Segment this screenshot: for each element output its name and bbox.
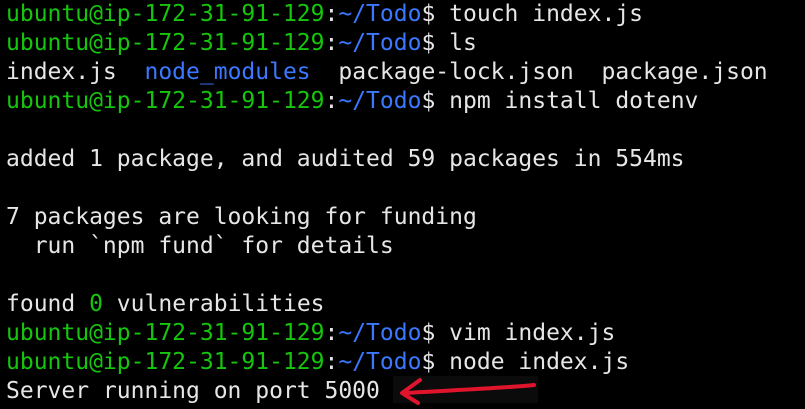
prompt-path: ~/Todo [338,1,422,27]
found-prefix: found [6,291,90,317]
prompt-colon: : [324,88,339,114]
command-text: touch index.js [449,1,644,27]
prompt-symbol: $ [421,30,450,56]
ls-separator [311,59,339,85]
output-line: 7 packages are looking for funding [6,204,477,230]
command-text: npm install dotenv [449,88,699,114]
output-line: found 0 vulnerabilities [6,290,801,319]
prompt-symbol: $ [421,1,450,27]
ls-file: index.js [6,59,117,85]
output-line: run `npm fund` for details [6,233,394,259]
prompt-user-host: ubuntu@ip-172-31-91-129 [6,320,325,346]
prompt-colon: : [324,349,339,375]
terminal-line: ubuntu@ip-172-31-91-129:~/Todo$ ls [6,29,801,58]
prompt-path: ~/Todo [338,30,422,56]
prompt-path: ~/Todo [338,88,422,114]
prompt-colon: : [324,320,339,346]
ls-output-line: index.js node_modules package-lock.json … [6,58,801,87]
ls-file: package-lock.json [338,59,574,85]
ls-file: package.json [601,59,768,85]
prompt-user-host: ubuntu@ip-172-31-91-129 [6,349,325,375]
prompt-colon: : [324,30,339,56]
prompt-colon: : [324,1,339,27]
command-text: node index.js [449,349,630,375]
found-suffix: vulnerabilities [102,291,325,317]
prompt-path: ~/Todo [338,349,422,375]
terminal-line: ubuntu@ip-172-31-91-129:~/Todo$ npm inst… [6,87,801,116]
ls-separator [117,59,145,85]
prompt-user-host: ubuntu@ip-172-31-91-129 [6,30,325,56]
terminal-line: ubuntu@ip-172-31-91-129:~/Todo$ vim inde… [6,319,801,348]
prompt-symbol: $ [421,320,450,346]
prompt-user-host: ubuntu@ip-172-31-91-129 [6,88,325,114]
arrow-annotation-icon [400,378,536,405]
terminal-line: ubuntu@ip-172-31-91-129:~/Todo$ touch in… [6,0,801,29]
vulnerability-count: 0 [89,291,103,317]
ls-separator [574,59,602,85]
prompt-symbol: $ [421,349,450,375]
prompt-user-host: ubuntu@ip-172-31-91-129 [6,1,325,27]
prompt-path: ~/Todo [338,320,422,346]
ls-directory: node_modules [144,59,311,85]
command-text: vim index.js [449,320,616,346]
prompt-symbol: $ [421,88,450,114]
output-line: added 1 package, and audited 59 packages… [6,146,685,172]
terminal-window[interactable]: ubuntu@ip-172-31-91-129:~/Todo$ touch in… [6,0,801,406]
command-text: ls [449,30,477,56]
